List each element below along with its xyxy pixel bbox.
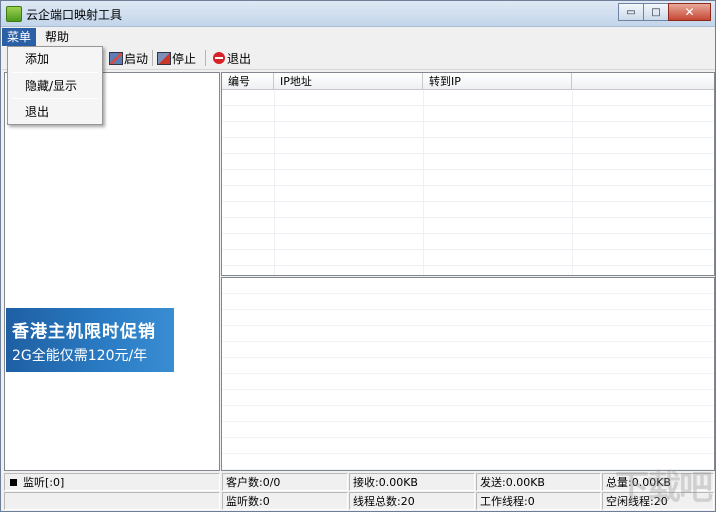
status-receive: 接收:0.00KB: [349, 473, 475, 491]
column-divider: [572, 90, 573, 275]
title-bar[interactable]: 云企端口映射工具 ▭ □ ✕: [1, 1, 715, 27]
status-send: 发送:0.00KB: [476, 473, 601, 491]
table-body: [222, 90, 714, 275]
status-listen-text: 监听[:0]: [23, 476, 65, 489]
toolbar-separator: [152, 50, 153, 66]
menu-item-toggle-visibility[interactable]: 隐藏/显示: [10, 75, 100, 97]
watermark-logo: 下载吧: [615, 468, 713, 508]
exit-icon: [213, 52, 225, 64]
menu-separator: [12, 72, 98, 73]
start-label: 启动: [124, 51, 149, 66]
close-button[interactable]: ✕: [668, 3, 711, 21]
window-title: 云企端口映射工具: [26, 8, 123, 22]
status-listen: 监听[:0]: [4, 473, 220, 491]
column-header-ip[interactable]: IP地址: [274, 73, 423, 90]
minimize-icon: ▭: [626, 6, 636, 18]
menu-item-exit[interactable]: 退出: [10, 101, 100, 123]
close-icon: ✕: [684, 5, 695, 19]
status-clients: 客户数:0/0: [222, 473, 348, 491]
ad-headline: 香港主机限时促销: [12, 322, 156, 342]
status-bar: 监听[:0] 客户数:0/0 监听数:0 接收:0.00KB 线程总数:20 发…: [2, 472, 715, 511]
menu-separator: [12, 98, 98, 99]
status-empty: [4, 492, 220, 510]
app-window: 云企端口映射工具 ▭ □ ✕ 菜单 帮助 启动 停止 退出 香港主机限时促销 2…: [0, 0, 716, 512]
column-divider: [274, 90, 275, 275]
start-button[interactable]: 启动: [109, 49, 148, 67]
stop-icon: [157, 51, 171, 65]
exit-button[interactable]: 退出: [213, 49, 251, 67]
log-panel[interactable]: [221, 277, 715, 471]
stop-label: 停止: [172, 51, 197, 66]
menu-help[interactable]: 帮助: [40, 28, 74, 46]
menu-bar: 菜单 帮助: [2, 27, 715, 46]
main-menu-dropdown: 添加 隐藏/显示 退出: [7, 46, 103, 125]
column-divider: [423, 90, 424, 275]
maximize-icon: □: [651, 6, 661, 18]
ad-banner[interactable]: 香港主机限时促销 2G全能仅需120元/年: [6, 308, 174, 372]
stop-button[interactable]: 停止: [157, 49, 196, 67]
start-icon: [109, 51, 123, 65]
maximize-button[interactable]: □: [643, 3, 669, 21]
ad-subline: 2G全能仅需120元/年: [12, 348, 148, 364]
column-header-target-ip[interactable]: 转到IP: [423, 73, 572, 90]
left-panel[interactable]: 香港主机限时促销 2G全能仅需120元/年: [4, 72, 220, 471]
mapping-table[interactable]: 编号 IP地址 转到IP: [221, 72, 715, 276]
exit-label: 退出: [227, 51, 252, 66]
table-header: 编号 IP地址 转到IP: [222, 73, 714, 90]
status-threads-working: 工作线程:0: [476, 492, 601, 510]
status-listeners: 监听数:0: [222, 492, 348, 510]
column-header-id[interactable]: 编号: [222, 73, 274, 90]
menu-main[interactable]: 菜单: [2, 28, 37, 46]
menu-item-add[interactable]: 添加: [10, 48, 100, 70]
window-controls: ▭ □ ✕: [618, 3, 711, 21]
status-threads-total: 线程总数:20: [349, 492, 475, 510]
column-header-extra: [572, 73, 714, 90]
minimize-button[interactable]: ▭: [618, 3, 644, 21]
toolbar-separator: [205, 50, 206, 66]
toolbar: 启动 停止 退出: [2, 46, 715, 70]
listen-indicator-icon: [10, 479, 17, 486]
app-icon: [6, 6, 22, 22]
